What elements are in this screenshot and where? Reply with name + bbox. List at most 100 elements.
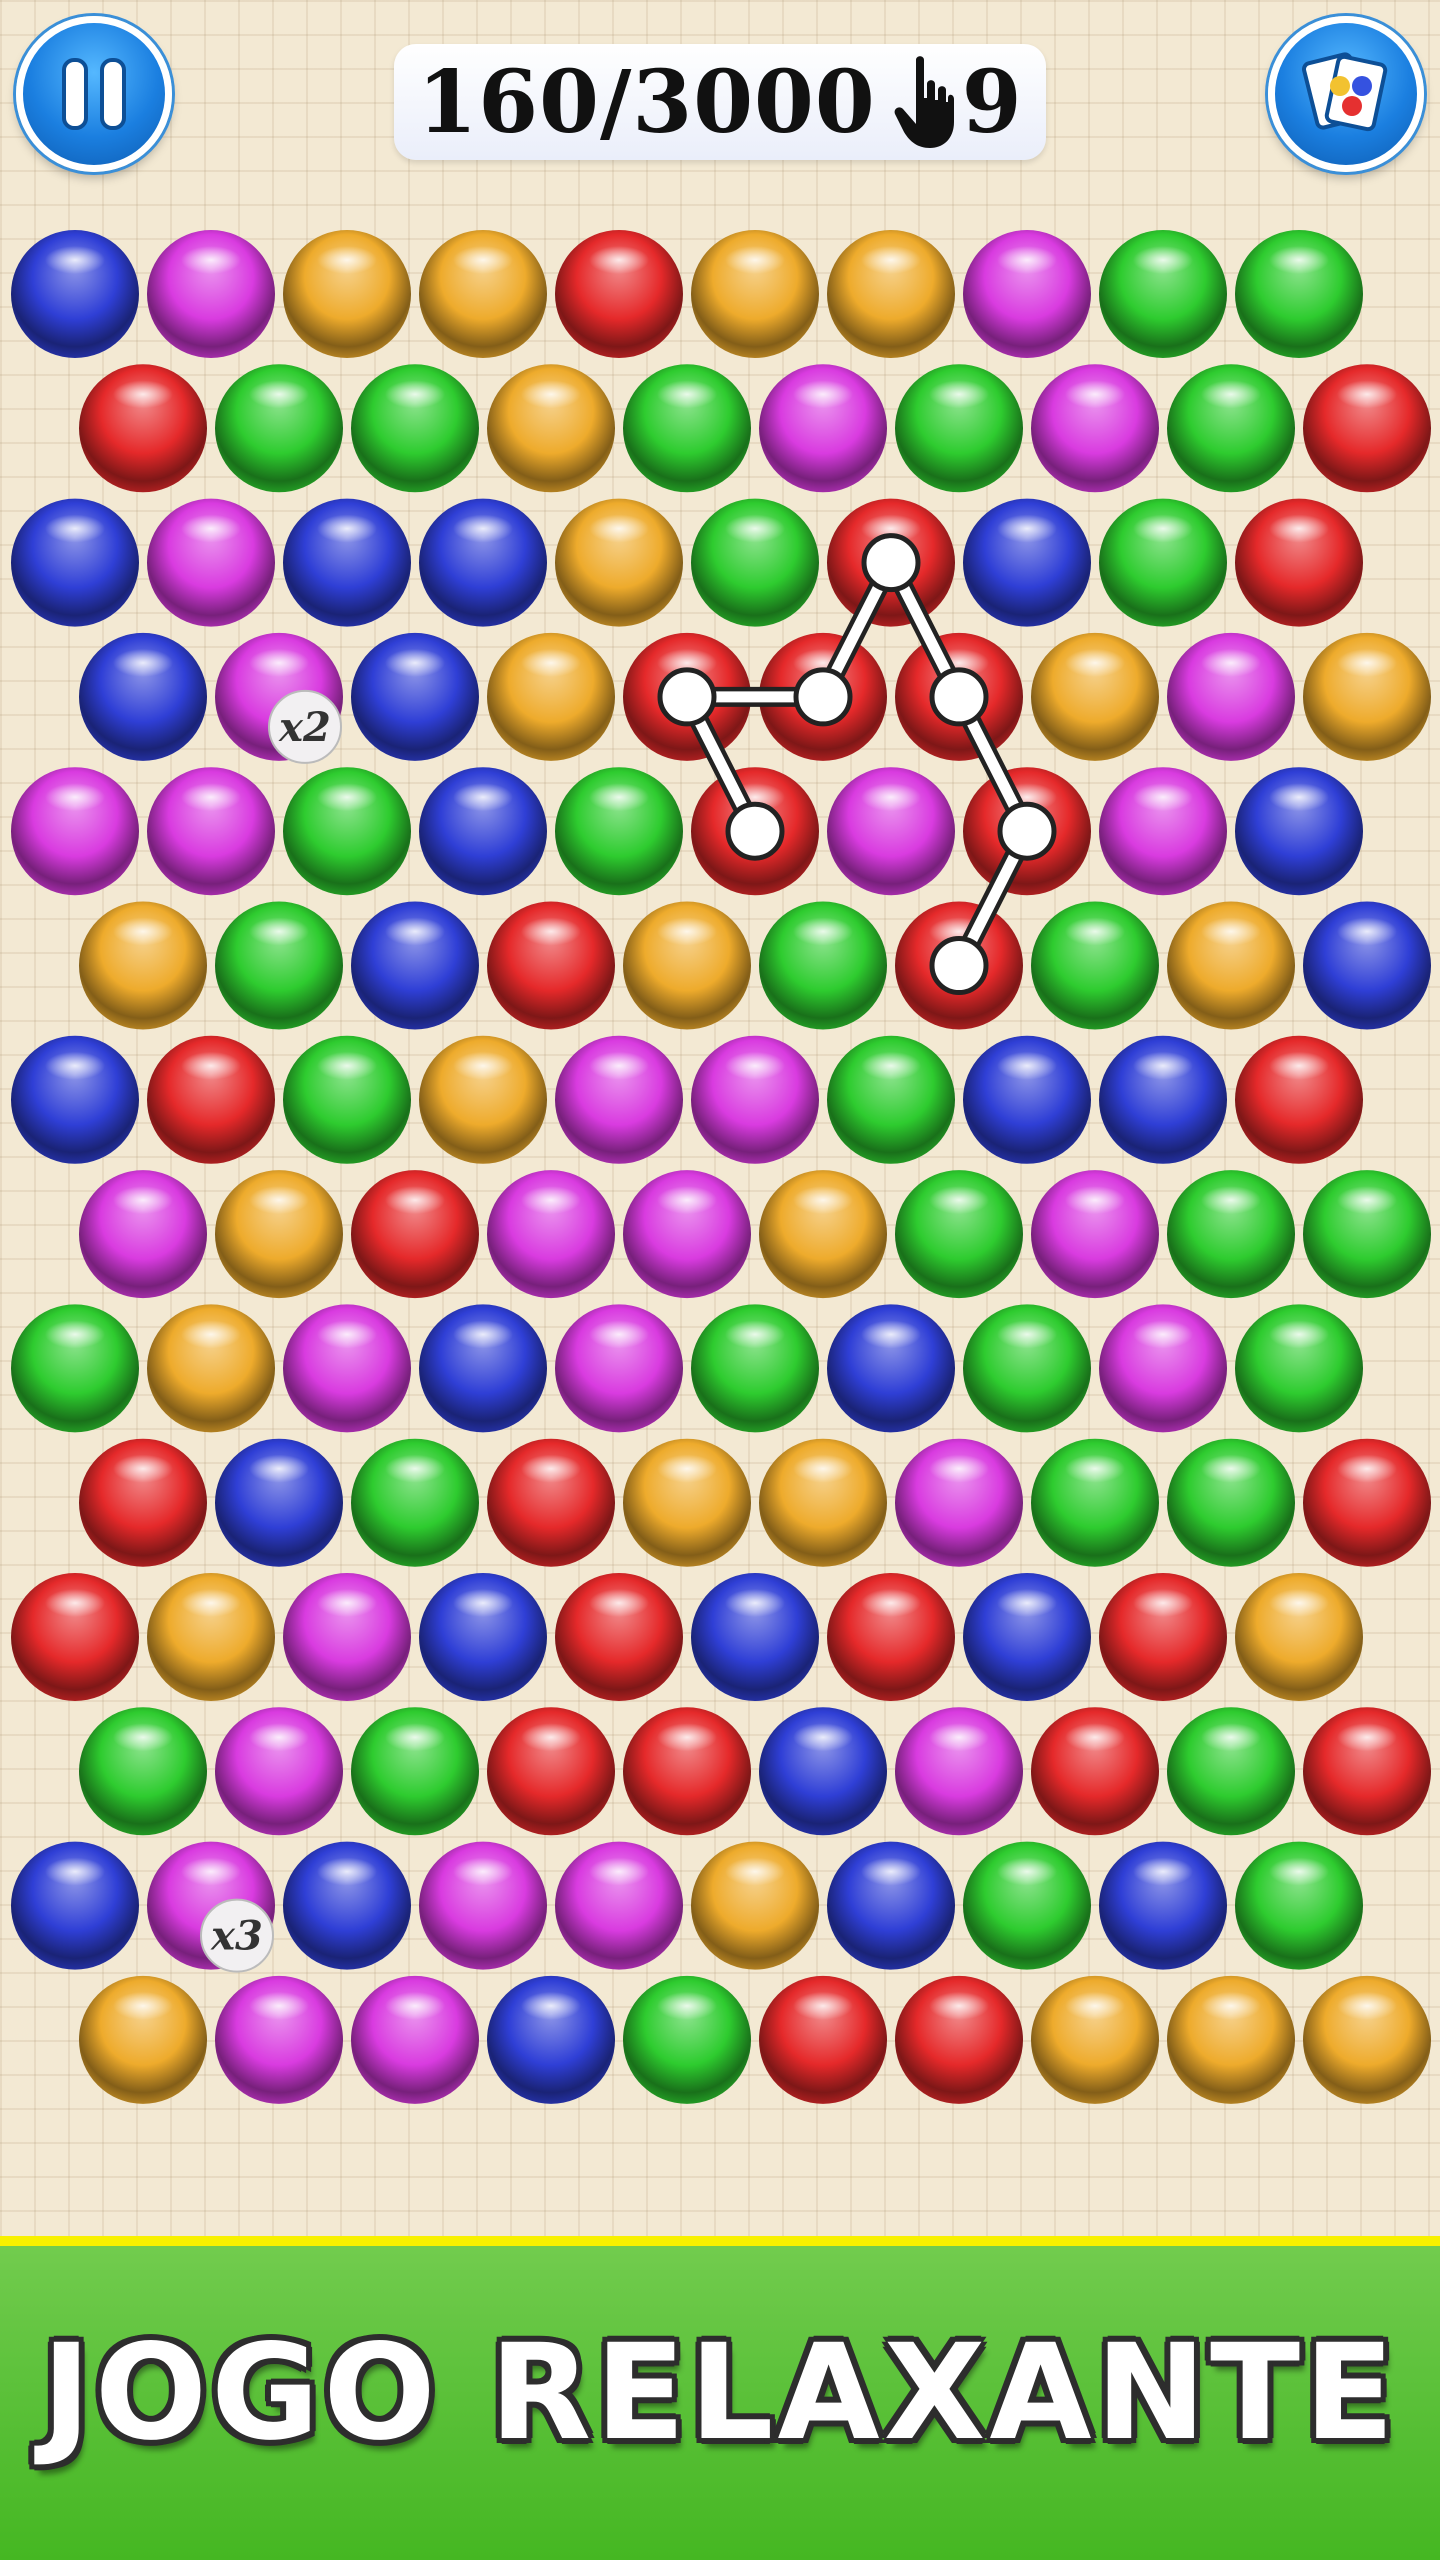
green-ball[interactable]: [1167, 1170, 1295, 1299]
red-ball[interactable]: [827, 1573, 955, 1701]
magenta-ball[interactable]: [11, 767, 139, 896]
orange-ball[interactable]: [419, 1035, 547, 1164]
blue-ball[interactable]: [283, 1841, 411, 1970]
blue-ball[interactable]: [759, 1707, 887, 1836]
red-ball[interactable]: [1303, 364, 1431, 493]
orange-ball[interactable]: [1235, 1573, 1363, 1701]
orange-ball[interactable]: [419, 230, 547, 358]
blue-ball[interactable]: [11, 1035, 139, 1164]
orange-ball[interactable]: [147, 1304, 275, 1433]
green-ball[interactable]: [215, 901, 343, 1030]
magenta-ball[interactable]: [895, 1707, 1023, 1836]
magenta-ball[interactable]: [827, 767, 955, 896]
blue-ball[interactable]: [1235, 767, 1363, 896]
magenta-ball[interactable]: [487, 1170, 615, 1299]
magenta-ball[interactable]: [147, 498, 275, 627]
blue-ball[interactable]: [11, 498, 139, 627]
magenta-ball[interactable]: [215, 1707, 343, 1836]
green-ball[interactable]: [691, 498, 819, 627]
blue-ball[interactable]: [1303, 901, 1431, 1030]
green-ball[interactable]: [1235, 230, 1363, 358]
magenta-ball[interactable]: [147, 767, 275, 896]
green-ball[interactable]: [555, 767, 683, 896]
magenta-ball[interactable]: [963, 230, 1091, 358]
red-ball[interactable]: [623, 1707, 751, 1836]
blue-ball[interactable]: [1099, 1035, 1227, 1164]
red-ball[interactable]: [487, 901, 615, 1030]
blue-ball[interactable]: [963, 1035, 1091, 1164]
blue-ball[interactable]: [827, 1841, 955, 1970]
orange-ball[interactable]: [79, 901, 207, 1030]
orange-ball[interactable]: [283, 230, 411, 358]
orange-ball[interactable]: [623, 901, 751, 1030]
red-ball[interactable]: [1099, 1573, 1227, 1701]
red-ball[interactable]: [147, 1035, 275, 1164]
orange-ball[interactable]: [691, 1841, 819, 1970]
red-ball[interactable]: [487, 1438, 615, 1567]
blue-ball[interactable]: [419, 498, 547, 627]
orange-ball[interactable]: [759, 1170, 887, 1299]
red-ball[interactable]: [79, 364, 207, 493]
green-ball[interactable]: [895, 1170, 1023, 1299]
orange-ball[interactable]: [691, 230, 819, 358]
blue-ball[interactable]: [419, 767, 547, 896]
green-ball[interactable]: [1167, 364, 1295, 493]
blue-ball[interactable]: [351, 901, 479, 1030]
green-ball[interactable]: [623, 1975, 751, 2104]
blue-ball[interactable]: [11, 230, 139, 358]
magenta-ball[interactable]: [419, 1841, 547, 1970]
magenta-ball[interactable]: [555, 1035, 683, 1164]
orange-ball[interactable]: [79, 1975, 207, 2104]
orange-ball[interactable]: [1303, 632, 1431, 761]
green-ball[interactable]: [215, 364, 343, 493]
green-ball[interactable]: [1235, 1304, 1363, 1433]
blue-ball[interactable]: [79, 632, 207, 761]
green-ball[interactable]: [351, 1707, 479, 1836]
orange-ball[interactable]: [555, 498, 683, 627]
green-ball[interactable]: [691, 1304, 819, 1433]
green-ball[interactable]: [1031, 1438, 1159, 1567]
magenta-ball[interactable]: [283, 1573, 411, 1701]
green-ball[interactable]: [283, 1035, 411, 1164]
magenta-ball[interactable]: [895, 1438, 1023, 1567]
orange-ball[interactable]: [827, 230, 955, 358]
green-ball[interactable]: [1303, 1170, 1431, 1299]
magenta-ball[interactable]: [1099, 767, 1227, 896]
red-ball[interactable]: [351, 1170, 479, 1299]
bubble-board[interactable]: x2 x3: [0, 0, 1440, 2200]
orange-ball[interactable]: [1167, 1975, 1295, 2104]
magenta-ball[interactable]: [351, 1975, 479, 2104]
red-ball[interactable]: [895, 1975, 1023, 2104]
magenta-ball[interactable]: [1167, 632, 1295, 761]
blue-ball[interactable]: [487, 1975, 615, 2104]
orange-ball[interactable]: [147, 1573, 275, 1701]
green-ball[interactable]: [827, 1035, 955, 1164]
magenta-ball[interactable]: [623, 1170, 751, 1299]
blue-ball[interactable]: [1099, 1841, 1227, 1970]
green-ball[interactable]: [759, 901, 887, 1030]
orange-ball[interactable]: [1303, 1975, 1431, 2104]
magenta-ball[interactable]: [147, 230, 275, 358]
orange-ball[interactable]: [623, 1438, 751, 1567]
green-ball[interactable]: [79, 1707, 207, 1836]
green-ball[interactable]: [351, 1438, 479, 1567]
green-ball[interactable]: [963, 1304, 1091, 1433]
blue-ball[interactable]: [11, 1841, 139, 1970]
magenta-ball[interactable]: [79, 1170, 207, 1299]
magenta-ball[interactable]: [555, 1304, 683, 1433]
red-ball[interactable]: [1303, 1707, 1431, 1836]
red-ball[interactable]: [1303, 1438, 1431, 1567]
blue-ball[interactable]: [283, 498, 411, 627]
red-ball[interactable]: [759, 1975, 887, 2104]
red-ball[interactable]: [11, 1573, 139, 1701]
red-ball[interactable]: [1031, 1707, 1159, 1836]
magenta-ball[interactable]: [1031, 1170, 1159, 1299]
green-ball[interactable]: [963, 1841, 1091, 1970]
blue-ball[interactable]: [215, 1438, 343, 1567]
blue-ball[interactable]: [827, 1304, 955, 1433]
orange-ball[interactable]: [1031, 1975, 1159, 2104]
green-ball[interactable]: [1031, 901, 1159, 1030]
green-ball[interactable]: [11, 1304, 139, 1433]
green-ball[interactable]: [1167, 1438, 1295, 1567]
orange-ball[interactable]: [215, 1170, 343, 1299]
